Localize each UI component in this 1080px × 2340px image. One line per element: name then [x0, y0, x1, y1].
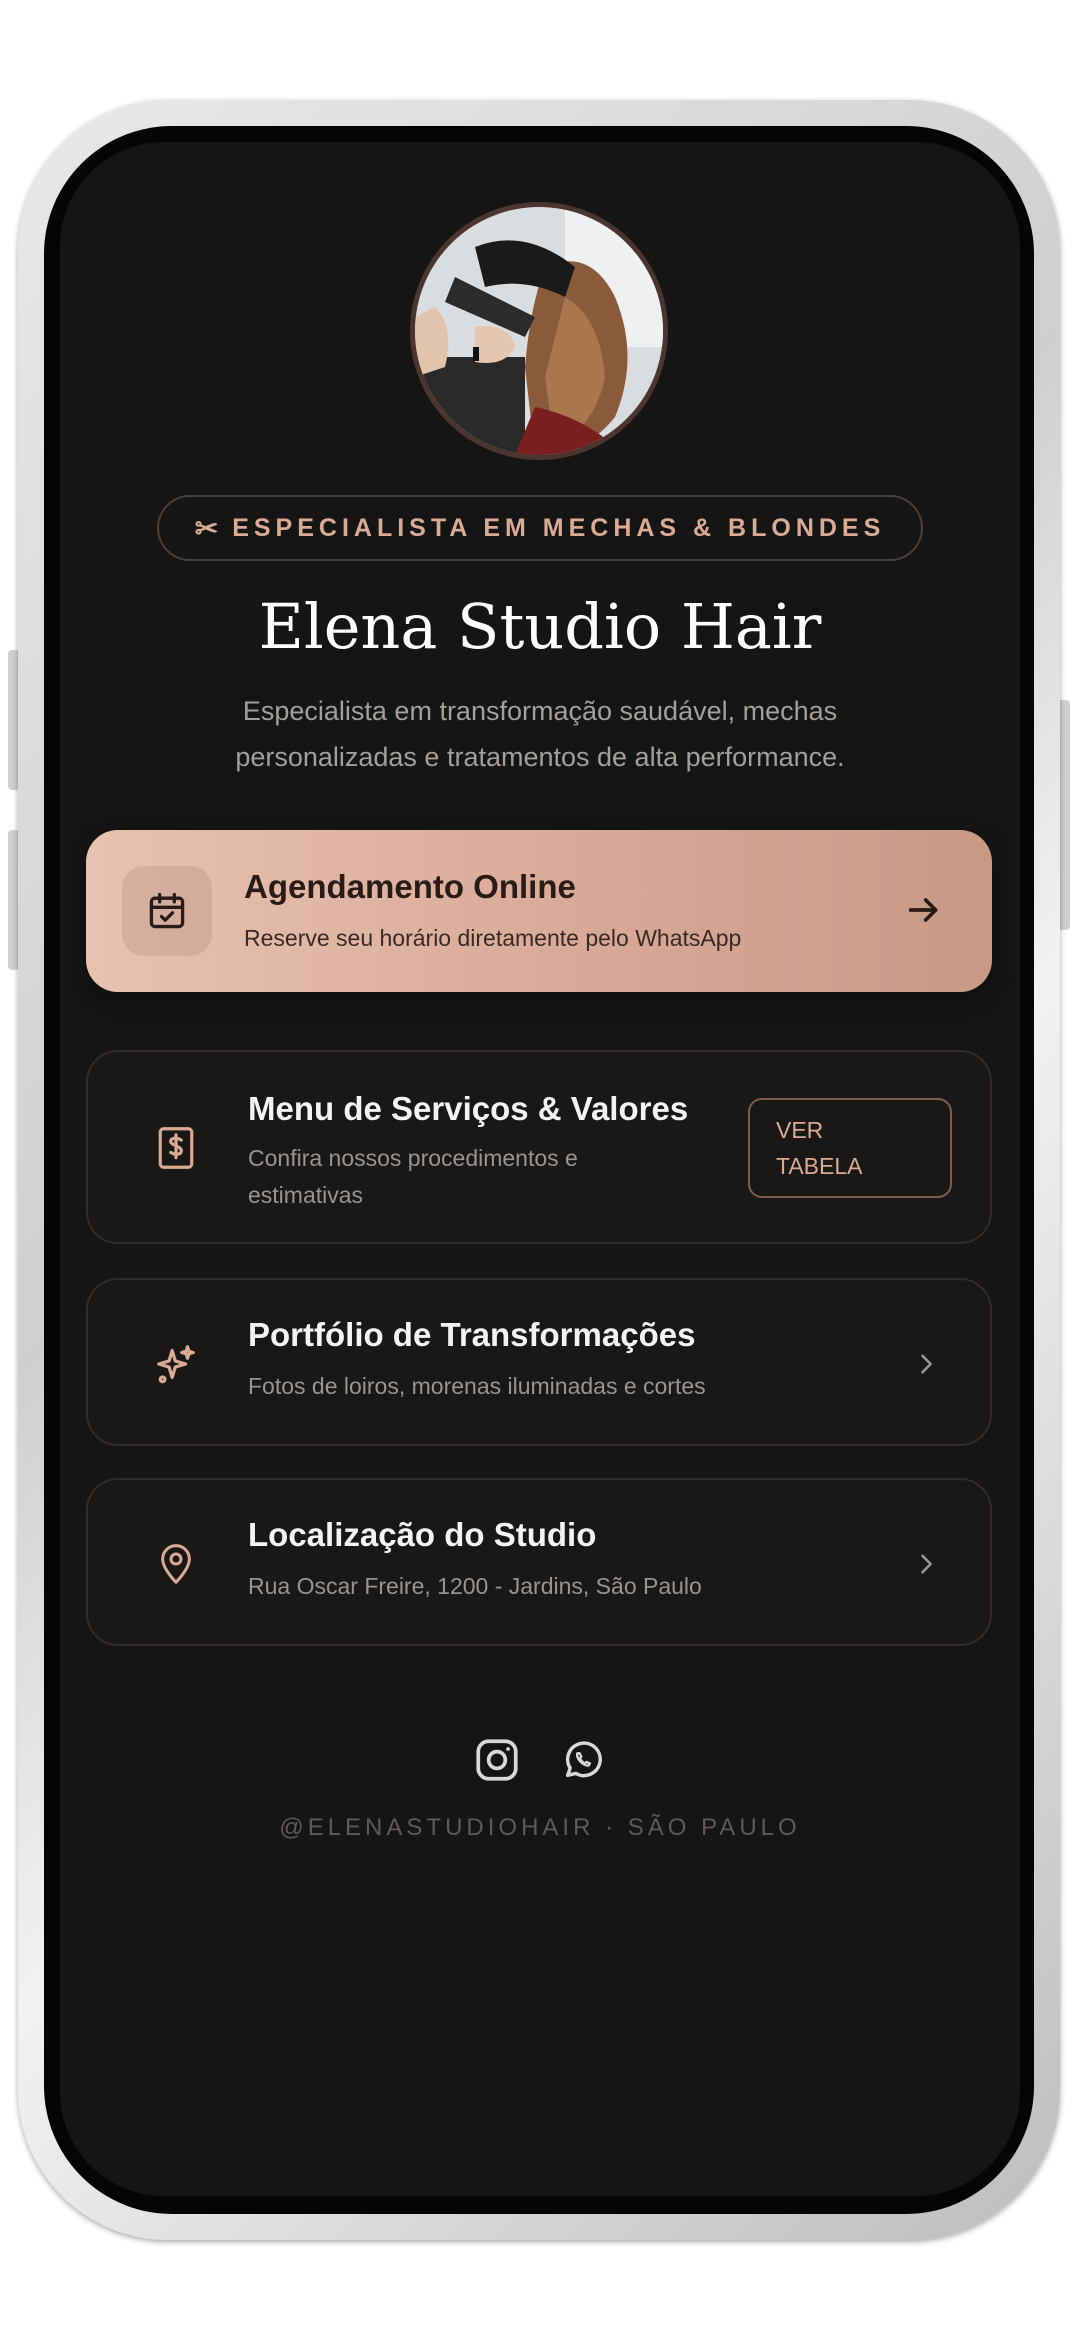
location-address: Rua Oscar Freire, 1200 - Jardins, São Pa… [248, 1573, 702, 1599]
services-description: Confira nossos procedimentos e estimativ… [248, 1140, 578, 1214]
specialty-badge: ✂ ESPECIALISTA EM MECHAS & BLONDES [157, 495, 923, 561]
portfolio-card[interactable]: Portfólio de Transformações Fotos de loi… [86, 1278, 992, 1446]
view-table-label-2: TABELA [776, 1153, 863, 1179]
chevron-right-icon[interactable] [906, 1544, 946, 1584]
booking-title: Agendamento Online [244, 868, 576, 905]
bio-line-1: Especialista em transformação saudável, … [242, 696, 838, 726]
services-menu-card[interactable]: Menu de Serviços & Valores Confira nosso… [86, 1050, 992, 1244]
chevron-right-icon[interactable] [906, 1344, 946, 1384]
sparkles-icon [146, 1334, 206, 1394]
social-handle: @ELENASTUDIOHAIR · SÃO PAULO [279, 1814, 801, 1841]
studio-bio: Especialista em transformação saudável, … [160, 688, 920, 780]
scissors-icon: ✂ [194, 512, 219, 544]
services-title: Menu de Serviços & Valores [248, 1090, 689, 1127]
instagram-icon[interactable] [471, 1734, 523, 1786]
services-description-line-2: estimativas [248, 1182, 364, 1208]
location-title: Localização do Studio [248, 1516, 597, 1553]
calendar-icon-box [122, 866, 212, 956]
social-links [0, 1734, 1080, 1786]
studio-name: Elena Studio Hair [258, 590, 822, 663]
location-card[interactable]: Localização do Studio Rua Oscar Freire, … [86, 1478, 992, 1646]
whatsapp-icon[interactable] [557, 1734, 609, 1786]
bio-line-2: personalizadas e tratamentos de alta per… [235, 742, 845, 772]
booking-description: Reserve seu horário diretamente pelo Wha… [244, 925, 742, 951]
online-booking-card[interactable]: Agendamento Online Reserve seu horário d… [86, 830, 992, 992]
services-description-line-1: Confira nossos procedimentos e [248, 1145, 578, 1171]
portfolio-title: Portfólio de Transformações [248, 1316, 696, 1353]
dollar-receipt-icon [146, 1118, 206, 1178]
salon-photo [415, 207, 663, 455]
map-pin-icon [146, 1534, 206, 1594]
calendar-check-icon [149, 892, 185, 929]
view-table-label-1: VER [776, 1117, 824, 1143]
view-table-button[interactable]: VER TABELA [748, 1098, 952, 1198]
arrow-right-icon[interactable] [894, 880, 954, 940]
specialty-badge-text: ESPECIALISTA EM MECHAS & BLONDES [232, 513, 886, 542]
profile-avatar [410, 202, 668, 460]
portfolio-description: Fotos de loiros, morenas iluminadas e co… [248, 1373, 706, 1399]
